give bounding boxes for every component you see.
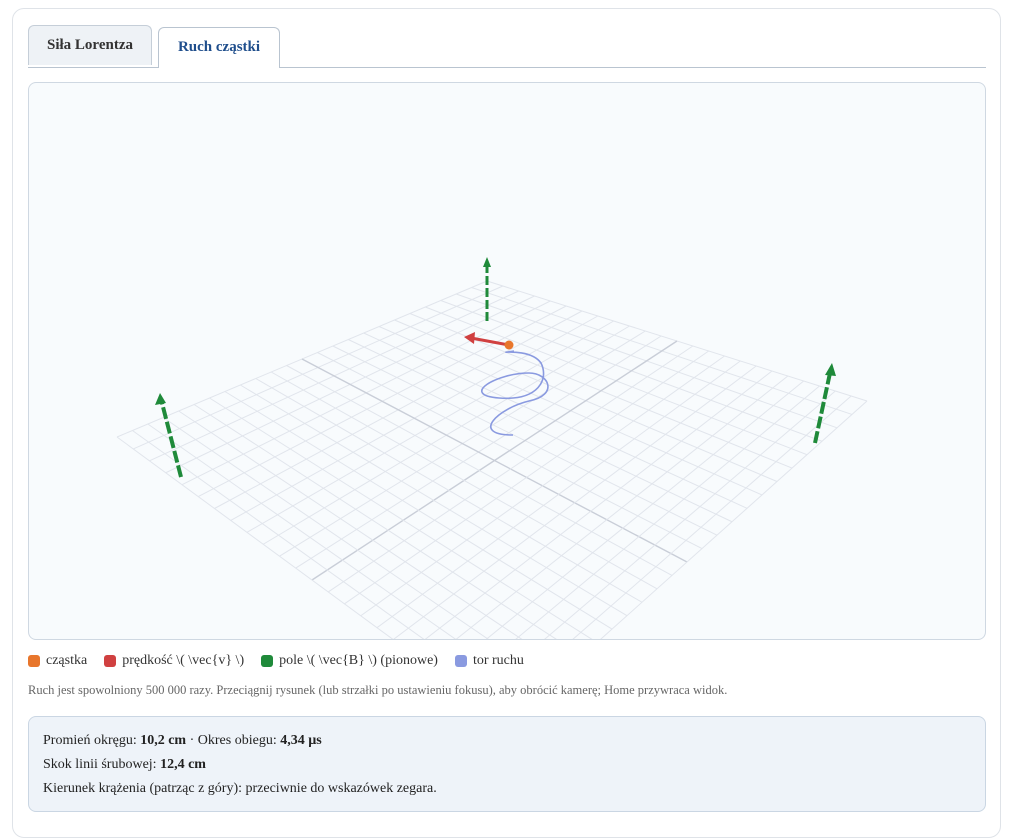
tab-particle-motion[interactable]: Ruch cząstki [158,27,280,69]
grid-line [393,365,757,639]
camera-hint: Ruch jest spowolniony 500 000 razy. Prze… [28,683,728,697]
particle-swatch-icon [28,655,40,667]
particle [504,340,514,350]
separator: · [189,733,195,748]
field-arrow-left [155,393,183,478]
grid-line [515,385,820,639]
grid-line [209,397,593,639]
pitch-label: Skok linii śrubowej: [43,757,157,772]
legend-particle-label: cząstka [46,653,88,668]
period-value: 4,34 µs [280,733,322,748]
legend-velocity-label: prędkość \( \vec{v} \) [122,653,245,668]
legend-particle: cząstka [28,653,87,669]
results-box: Promień okręgu: 10,2 cm · Okres obiegu: … [28,716,986,812]
period-label: Okres obiegu: [197,733,277,748]
grid-line [286,365,673,576]
grid-line [255,378,643,603]
pitch-value: 12,4 cm [160,757,206,772]
results-line-1: Promień okręgu: 10,2 cm · Okres obiegu: … [43,729,971,753]
legend-trajectory-label: tor ruchu [472,653,524,668]
legend-field-label: pole \( \vec{B} \) (pionowe) [279,653,438,668]
field-swatch-icon [261,655,274,667]
legend-field: pole \( \vec{B} \) (pionowe) [261,653,438,669]
legend-velocity: prędkość \( \vec{v} \) [104,653,244,669]
grid-line [224,391,613,630]
results-line-2: Skok linii śrubowej: 12,4 cm [43,753,971,777]
tab-lorentz-force[interactable]: Siła Lorentza [28,25,152,65]
field-arrow-center [483,257,491,321]
trajectory-swatch-icon [454,655,467,667]
trajectory-helix [481,350,549,436]
velocity-swatch-icon [104,655,117,667]
legend: cząstka prędkość \( \vec{v} \) pole \( \… [28,652,541,670]
radius-value: 10,2 cm [140,733,187,748]
radius-label: Promień okręgu: [43,733,137,748]
grid-line [327,345,694,593]
grid-line [544,390,836,639]
ground-grid [116,280,868,639]
grid-line [270,371,658,590]
scene-canvas[interactable] [29,83,986,640]
tab-bar: Siła Lorentza Ruch cząstki [28,25,986,69]
velocity-arrow [464,332,510,347]
results-line-3: Kierunek krążenia (patrząc z góry): prze… [43,781,437,796]
grid-line [485,380,804,639]
3d-viewport[interactable] [28,82,986,640]
legend-trajectory: tor ruchu [454,653,524,669]
